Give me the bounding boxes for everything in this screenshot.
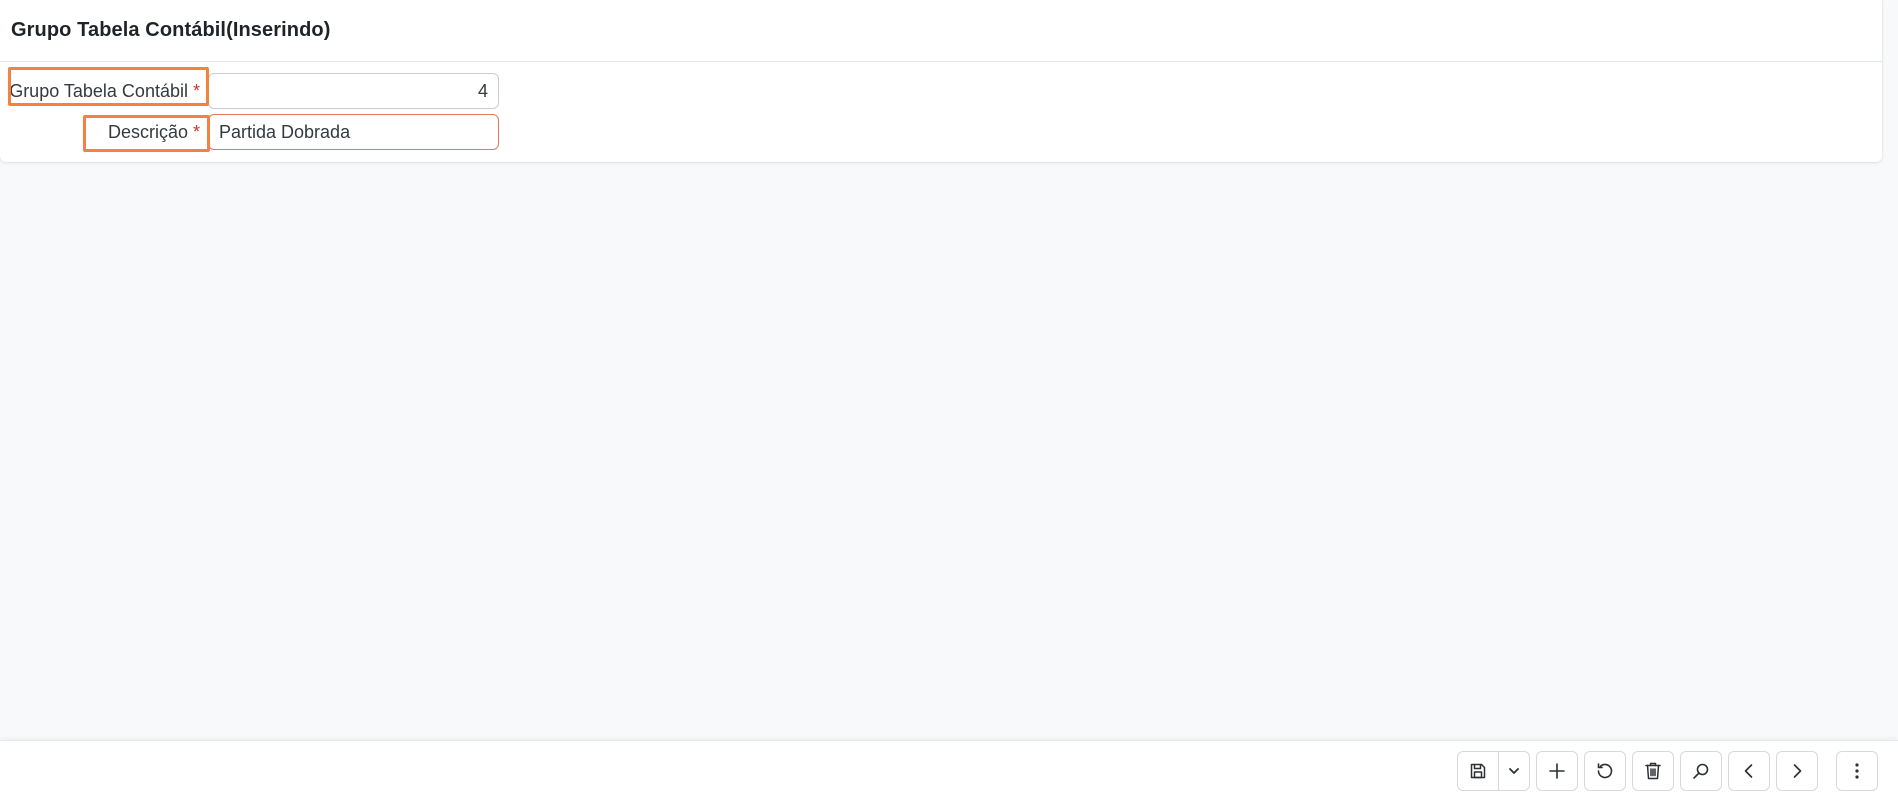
chevron-right-icon xyxy=(1788,762,1806,780)
save-button[interactable] xyxy=(1457,751,1499,791)
descricao-label-text: Descrição xyxy=(107,121,188,142)
save-options-dropdown[interactable] xyxy=(1498,751,1530,791)
trash-icon xyxy=(1644,761,1662,781)
grupo-tabela-contabil-label: Grupo Tabela Contábil * xyxy=(0,81,208,102)
card-header: Grupo Tabela Contábil(Inserindo) xyxy=(0,0,1882,62)
save-icon xyxy=(1469,762,1487,780)
previous-button[interactable] xyxy=(1728,751,1770,791)
descricao-label: Descrição * xyxy=(0,122,208,143)
toolbar-buttons xyxy=(1457,751,1878,791)
chevron-down-icon xyxy=(1507,764,1521,778)
delete-button[interactable] xyxy=(1632,751,1674,791)
search-button[interactable] xyxy=(1680,751,1722,791)
required-mark: * xyxy=(192,80,200,101)
chevron-left-icon xyxy=(1740,762,1758,780)
page-title: Grupo Tabela Contábil(Inserindo) xyxy=(11,19,331,41)
form-row-grupo: Grupo Tabela Contábil * xyxy=(0,73,499,109)
add-button[interactable] xyxy=(1536,751,1578,791)
refresh-button[interactable] xyxy=(1584,751,1626,791)
grupo-tabela-contabil-label-text: Grupo Tabela Contábil xyxy=(9,80,188,101)
grupo-tabela-contabil-input[interactable] xyxy=(208,73,499,109)
next-button[interactable] xyxy=(1776,751,1818,791)
form-card: Grupo Tabela Contábil(Inserindo) Grupo T… xyxy=(0,0,1882,162)
required-mark: * xyxy=(192,121,200,142)
descricao-input[interactable] xyxy=(208,114,499,150)
plus-icon xyxy=(1547,761,1567,781)
refresh-icon xyxy=(1595,761,1615,781)
form-row-descricao: Descrição * xyxy=(0,114,499,150)
bottom-toolbar xyxy=(0,740,1898,800)
search-icon xyxy=(1691,761,1711,781)
more-vertical-icon xyxy=(1854,762,1860,780)
more-options-button[interactable] xyxy=(1836,751,1878,791)
